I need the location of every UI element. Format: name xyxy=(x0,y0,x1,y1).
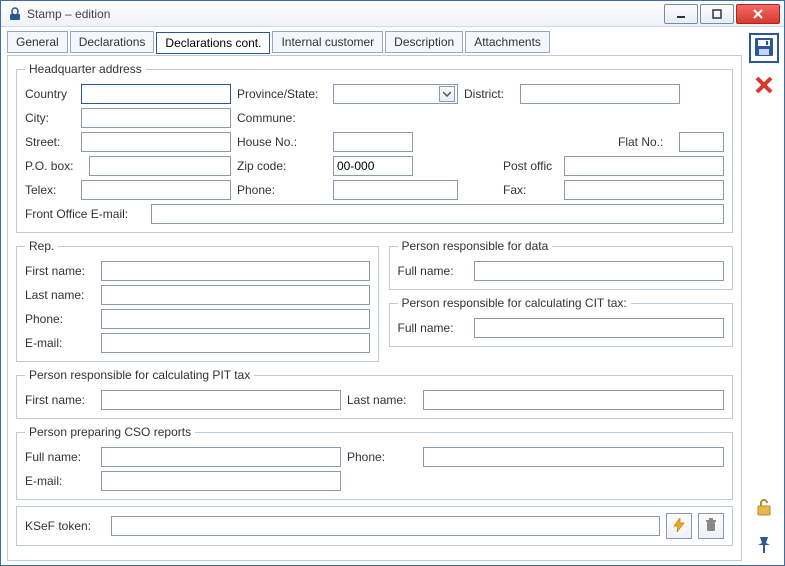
flatno-input[interactable] xyxy=(679,132,724,152)
flatno-label: Flat No.: xyxy=(618,135,673,149)
chevron-down-icon xyxy=(439,86,455,102)
telex-input[interactable] xyxy=(81,180,231,200)
cso-group: Person preparing CSO reports Full name: … xyxy=(16,425,733,500)
rep-first-input[interactable] xyxy=(101,261,370,281)
houseno-label: House No.: xyxy=(237,135,327,149)
rep-phone-label: Phone: xyxy=(25,312,95,326)
houseno-input[interactable] xyxy=(333,132,413,152)
ksef-group: KSeF token: xyxy=(16,506,733,546)
tab-attachments[interactable]: Attachments xyxy=(465,31,550,53)
tab-declarations[interactable]: Declarations xyxy=(70,31,155,53)
province-select[interactable] xyxy=(333,84,458,104)
save-button[interactable] xyxy=(749,33,779,63)
city-input[interactable] xyxy=(81,108,231,128)
pin-icon xyxy=(754,535,774,558)
pobox-label: P.O. box: xyxy=(25,159,83,173)
padlock-open-icon xyxy=(754,497,774,520)
rep-email-label: E-mail: xyxy=(25,336,95,350)
prpit-last-input[interactable] xyxy=(423,390,724,410)
prpit-legend: Person responsible for calculating PIT t… xyxy=(25,368,254,382)
cso-legend: Person preparing CSO reports xyxy=(25,425,195,439)
maximize-button[interactable] xyxy=(700,4,734,24)
ksef-label: KSeF token: xyxy=(25,519,105,533)
titlebar: Stamp – edition xyxy=(1,1,784,27)
prcit-legend: Person responsible for calculating CIT t… xyxy=(398,296,631,310)
street-label: Street: xyxy=(25,135,75,149)
zip-input[interactable] xyxy=(333,156,413,176)
window-title: Stamp – edition xyxy=(27,7,110,21)
tab-internal-customer[interactable]: Internal customer xyxy=(272,31,383,53)
rep-email-input[interactable] xyxy=(101,333,370,353)
prcit-group: Person responsible for calculating CIT t… xyxy=(389,296,734,347)
commune-label: Commune: xyxy=(237,111,327,125)
headquarter-address-group: Headquarter address Country Province/Sta… xyxy=(16,62,733,233)
cancel-button[interactable] xyxy=(749,71,779,101)
fax-input[interactable] xyxy=(564,180,724,200)
cso-full-label: Full name: xyxy=(25,450,95,464)
close-icon xyxy=(754,75,774,98)
prd-group: Person responsible for data Full name: xyxy=(389,239,734,290)
rep-group: Rep. First name: Last name: Phone: E-mai… xyxy=(16,239,379,362)
tab-general[interactable]: General xyxy=(7,31,68,53)
fax-label: Fax: xyxy=(503,183,558,197)
prpit-last-label: Last name: xyxy=(347,393,417,407)
fo-email-input[interactable] xyxy=(151,204,724,224)
cso-phone-label: Phone: xyxy=(347,450,417,464)
prd-full-label: Full name: xyxy=(398,264,468,278)
telex-label: Telex: xyxy=(25,183,75,197)
cso-email-label: E-mail: xyxy=(25,474,95,488)
phone-input[interactable] xyxy=(333,180,458,200)
ksef-input[interactable] xyxy=(111,516,660,536)
rep-last-input[interactable] xyxy=(101,285,370,305)
tab-declarations-cont[interactable]: Declarations cont. xyxy=(156,32,270,54)
cso-phone-input[interactable] xyxy=(423,447,724,467)
tab-description[interactable]: Description xyxy=(385,31,463,53)
cso-full-input[interactable] xyxy=(101,447,341,467)
country-input[interactable] xyxy=(81,84,231,104)
ksef-delete-button[interactable] xyxy=(698,513,724,539)
trash-icon xyxy=(704,518,718,535)
pin-button[interactable] xyxy=(749,531,779,561)
tabstrip: General Declarations Declarations cont. … xyxy=(7,31,742,53)
phone-label: Phone: xyxy=(237,183,327,197)
postoffice-label: Post offic xyxy=(503,159,558,173)
prpit-first-input[interactable] xyxy=(101,390,341,410)
prd-legend: Person responsible for data xyxy=(398,239,553,253)
app-icon xyxy=(7,6,23,22)
rep-phone-input[interactable] xyxy=(101,309,370,329)
postoffice-input[interactable] xyxy=(564,156,724,176)
close-button[interactable] xyxy=(736,4,780,24)
cso-email-input[interactable] xyxy=(101,471,341,491)
side-toolbar xyxy=(744,27,784,565)
district-input[interactable] xyxy=(520,84,680,104)
ksef-generate-button[interactable] xyxy=(666,513,692,539)
street-input[interactable] xyxy=(81,132,231,152)
rep-first-label: First name: xyxy=(25,264,95,278)
minimize-button[interactable] xyxy=(664,4,698,24)
fo-email-label: Front Office E-mail: xyxy=(25,207,145,221)
country-label: Country xyxy=(25,87,75,101)
zip-label: Zip code: xyxy=(237,159,327,173)
city-label: City: xyxy=(25,111,75,125)
rep-legend: Rep. xyxy=(25,239,58,253)
prcit-full-label: Full name: xyxy=(398,321,468,335)
district-label: District: xyxy=(464,87,514,101)
prpit-first-label: First name: xyxy=(25,393,95,407)
prd-full-input[interactable] xyxy=(474,261,725,281)
rep-last-label: Last name: xyxy=(25,288,95,302)
prpit-group: Person responsible for calculating PIT t… xyxy=(16,368,733,419)
lightning-icon xyxy=(672,518,686,535)
hq-legend: Headquarter address xyxy=(25,62,146,76)
prcit-full-input[interactable] xyxy=(474,318,725,338)
lock-button[interactable] xyxy=(749,493,779,523)
floppy-icon xyxy=(754,37,774,60)
pobox-input[interactable] xyxy=(89,156,231,176)
app-window: Stamp – edition General Declarations Dec… xyxy=(0,0,785,566)
tab-panel: Headquarter address Country Province/Sta… xyxy=(7,55,742,561)
province-label: Province/State: xyxy=(237,87,327,101)
